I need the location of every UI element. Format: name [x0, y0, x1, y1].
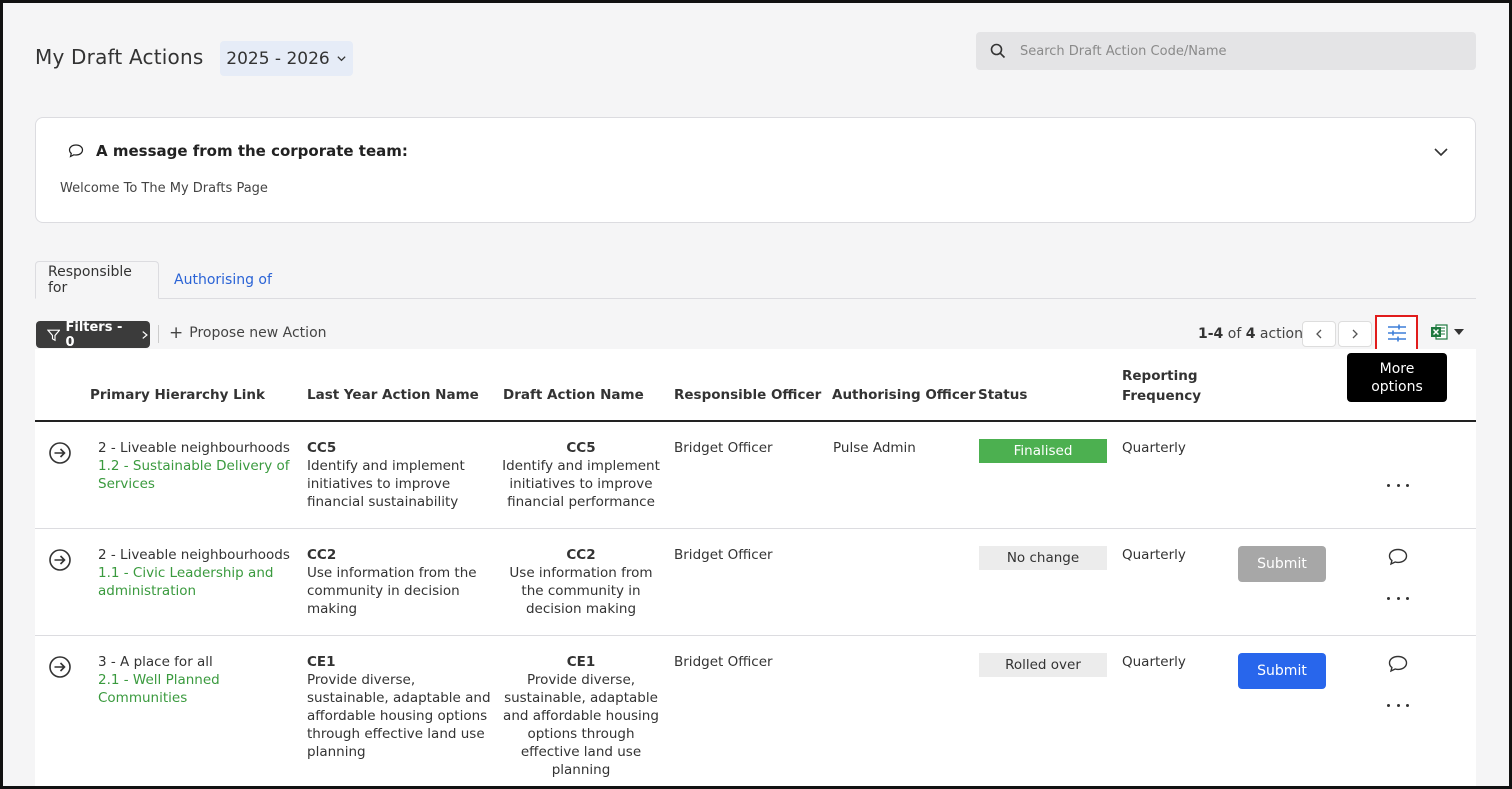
- last-year-action-cell: CC2 Use information from the community i…: [307, 546, 489, 618]
- tab-authorising-of[interactable]: Authorising of: [162, 261, 284, 299]
- pager-next-button[interactable]: [1338, 321, 1372, 347]
- arrow-circle-right-icon[interactable]: [48, 655, 72, 679]
- caret-down-icon: [1454, 329, 1464, 335]
- more-options-tooltip: More options: [1347, 353, 1447, 402]
- actions-table: Primary Hierarchy Link Last Year Action …: [35, 349, 1476, 786]
- draft-name: Identify and implement initiatives to im…: [502, 458, 660, 510]
- filter-icon: [47, 329, 61, 341]
- last-year-code: CC5: [307, 440, 337, 456]
- row-menu-button[interactable]: [1387, 700, 1409, 710]
- arrow-circle-right-icon[interactable]: [48, 548, 72, 572]
- plus-icon: +: [169, 323, 184, 343]
- draft-code: CC2: [566, 547, 596, 563]
- page-title: My Draft Actions: [35, 45, 204, 69]
- more-options-button[interactable]: [1375, 315, 1418, 351]
- chevron-right-icon: [142, 330, 149, 339]
- status-badge: Rolled over: [979, 653, 1107, 677]
- chevron-left-icon: [1316, 329, 1322, 339]
- col-status[interactable]: Status: [978, 385, 1027, 405]
- last-year-name: Use information from the community in de…: [307, 565, 477, 617]
- reporting-frequency: Quarterly: [1122, 547, 1186, 563]
- col-reporting-frequency[interactable]: Reporting Frequency: [1122, 366, 1212, 406]
- responsible-officer: Bridget Officer: [674, 440, 773, 456]
- excel-icon: [1431, 324, 1448, 340]
- responsible-officer: Bridget Officer: [674, 547, 773, 563]
- table-row: 3 - A place for all 2.1 - Well Planned C…: [35, 636, 1476, 786]
- status-badge: No change: [979, 546, 1107, 570]
- hierarchy-cell: 2 - Liveable neighbourhoods 1.1 - Civic …: [98, 546, 293, 600]
- arrow-circle-right-icon[interactable]: [48, 441, 72, 465]
- message-heading: A message from the corporate team:: [68, 142, 408, 160]
- message-body: Welcome To The My Drafts Page: [60, 181, 268, 196]
- chevron-right-icon: [1352, 329, 1358, 339]
- last-year-name: Provide diverse, sustainable, adaptable …: [307, 672, 491, 760]
- chevron-down-icon: [337, 56, 346, 62]
- last-year-code: CE1: [307, 654, 336, 670]
- authorising-officer: Pulse Admin: [833, 440, 916, 456]
- tab-bar: Responsible for Authorising of: [35, 261, 1476, 299]
- chevron-down-icon[interactable]: [1433, 144, 1449, 160]
- filters-button[interactable]: Filters - 0: [36, 319, 150, 350]
- export-excel-button[interactable]: [1430, 323, 1464, 341]
- col-responsible-officer[interactable]: Responsible Officer: [674, 385, 821, 405]
- draft-code: CC5: [566, 440, 596, 456]
- search-bar: [976, 32, 1476, 70]
- sliders-icon: [1387, 324, 1406, 342]
- table-header: Primary Hierarchy Link Last Year Action …: [35, 349, 1476, 422]
- tab-responsible-for[interactable]: Responsible for: [35, 261, 159, 299]
- hierarchy-cell: 3 - A place for all 2.1 - Well Planned C…: [98, 653, 258, 707]
- hierarchy-parent: 3 - A place for all: [98, 654, 213, 670]
- filters-label: Filters - 0: [65, 319, 123, 350]
- hierarchy-cell: 2 - Liveable neighbourhoods 1.2 - Sustai…: [98, 439, 293, 493]
- submit-button[interactable]: Submit: [1238, 653, 1326, 689]
- year-selector[interactable]: 2025 - 2026: [220, 41, 353, 76]
- last-year-action-cell: CC5 Identify and implement initiatives t…: [307, 439, 489, 511]
- pager-of: of: [1227, 326, 1242, 342]
- col-authorising-officer[interactable]: Authorising Officer: [832, 385, 976, 405]
- app-frame: My Draft Actions 2025 - 2026 A message f…: [0, 0, 1512, 789]
- submit-button[interactable]: Submit: [1238, 546, 1326, 582]
- comment-icon[interactable]: [1388, 655, 1408, 673]
- message-card: A message from the corporate team: Welco…: [35, 117, 1476, 223]
- message-heading-text: A message from the corporate team:: [96, 142, 408, 160]
- propose-new-action-button[interactable]: + Propose new Action: [169, 323, 327, 343]
- col-primary-hierarchy[interactable]: Primary Hierarchy Link: [90, 385, 265, 405]
- comment-icon[interactable]: [1388, 548, 1408, 566]
- last-year-name: Identify and implement initiatives to im…: [307, 458, 465, 510]
- pager-range: 1-4: [1198, 326, 1224, 342]
- reporting-frequency: Quarterly: [1122, 440, 1186, 456]
- col-draft-action[interactable]: Draft Action Name: [503, 385, 644, 405]
- hierarchy-parent: 2 - Liveable neighbourhoods: [98, 547, 290, 563]
- draft-action-cell: CE1 Provide diverse, sustainable, adapta…: [501, 653, 661, 779]
- last-year-action-cell: CE1 Provide diverse, sustainable, adapta…: [307, 653, 492, 761]
- draft-code: CE1: [566, 654, 596, 670]
- table-row: 2 - Liveable neighbourhoods 1.1 - Civic …: [35, 529, 1476, 636]
- reporting-frequency: Quarterly: [1122, 654, 1186, 670]
- row-menu-button[interactable]: [1387, 593, 1409, 603]
- search-icon: [990, 43, 1006, 59]
- pager-summary: 1-4 of 4 actions: [1198, 326, 1310, 342]
- propose-label: Propose new Action: [189, 325, 327, 341]
- hierarchy-parent: 2 - Liveable neighbourhoods: [98, 440, 290, 456]
- row-menu-button[interactable]: [1387, 480, 1409, 490]
- comment-icon: [68, 144, 84, 158]
- hierarchy-link[interactable]: 2.1 - Well Planned Communities: [98, 671, 258, 707]
- draft-action-cell: CC5 Identify and implement initiatives t…: [501, 439, 661, 511]
- draft-action-cell: CC2 Use information from the community i…: [501, 546, 661, 618]
- pager-prev-button[interactable]: [1302, 321, 1336, 347]
- draft-name: Use information from the community in de…: [509, 565, 653, 617]
- pager-total: 4: [1245, 326, 1256, 342]
- responsible-officer: Bridget Officer: [674, 654, 773, 670]
- search-input[interactable]: [1020, 43, 1476, 59]
- toolbar-divider: [158, 325, 159, 343]
- year-selector-label: 2025 - 2026: [226, 48, 330, 69]
- col-last-year-action[interactable]: Last Year Action Name: [307, 385, 479, 405]
- last-year-code: CC2: [307, 547, 337, 563]
- hierarchy-link[interactable]: 1.1 - Civic Leadership and administratio…: [98, 564, 293, 600]
- hierarchy-link[interactable]: 1.2 - Sustainable Delivery of Services: [98, 457, 293, 493]
- status-badge: Finalised: [979, 439, 1107, 463]
- table-row: 2 - Liveable neighbourhoods 1.2 - Sustai…: [35, 422, 1476, 529]
- draft-name: Provide diverse, sustainable, adaptable …: [503, 672, 659, 778]
